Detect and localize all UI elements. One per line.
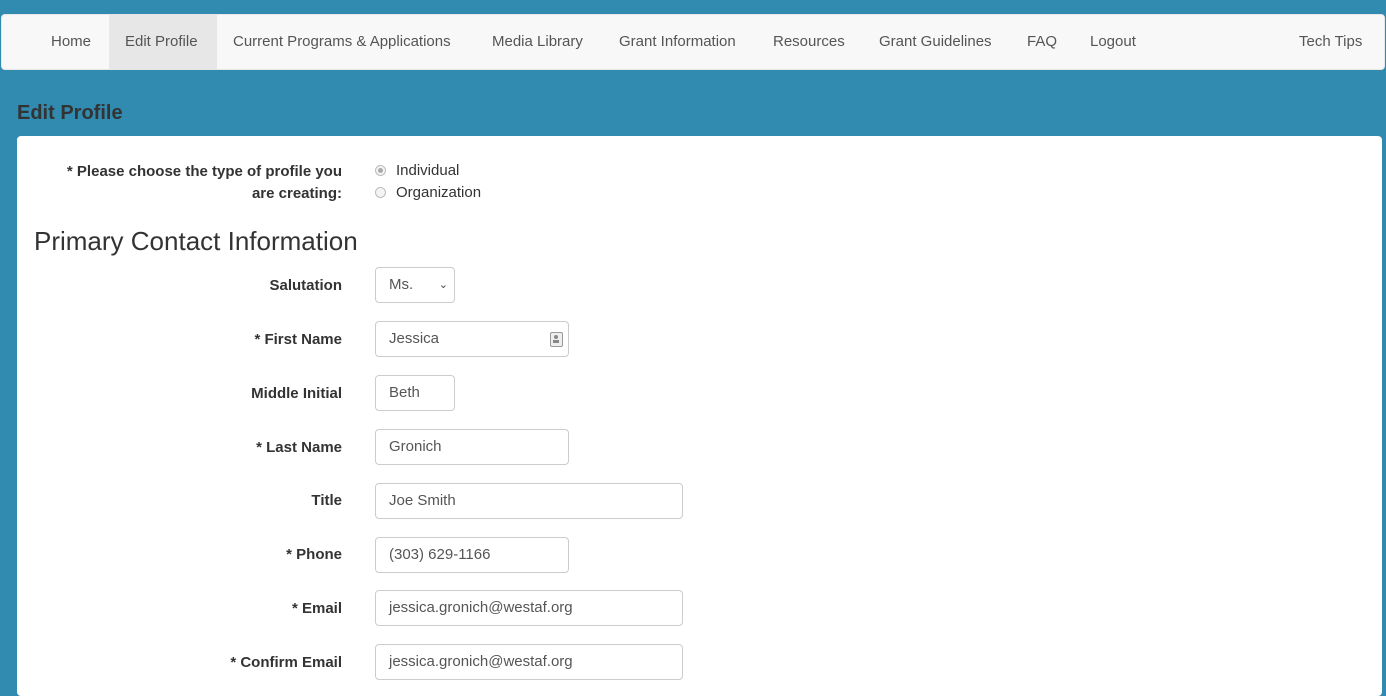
- nav-logout[interactable]: Logout: [1074, 15, 1152, 69]
- email-label: * Email: [291, 600, 342, 617]
- title-label: Title: [311, 492, 342, 509]
- salutation-value: Ms.: [389, 276, 414, 293]
- nav-home[interactable]: Home: [35, 15, 107, 69]
- section-title: Primary Contact Information: [34, 226, 358, 256]
- confirm-email-input[interactable]: jessica.gronich@westaf.org: [375, 644, 683, 680]
- nav-tech-tips[interactable]: Tech Tips: [1283, 15, 1378, 69]
- edit-profile-panel: * Please choose the type of profile you …: [17, 136, 1382, 696]
- radio-individual[interactable]: Individual: [375, 162, 459, 179]
- page-heading: Edit Profile: [17, 102, 123, 124]
- chevron-down-icon: ⌄: [438, 279, 448, 291]
- nav-edit-profile[interactable]: Edit Profile: [109, 15, 217, 69]
- radio-button-checked[interactable]: [375, 165, 386, 176]
- nav-faq[interactable]: FAQ: [1011, 15, 1073, 69]
- radio-individual-label: Individual: [396, 162, 460, 179]
- salutation-label: Salutation: [269, 277, 342, 294]
- first-name-label: * First Name: [254, 331, 342, 348]
- profile-type-label-line2: are creating:: [251, 185, 342, 202]
- top-navbar: Home Edit Profile Current Programs & App…: [1, 14, 1385, 70]
- phone-input[interactable]: (303) 629-1166: [375, 537, 569, 573]
- phone-label: * Phone: [286, 546, 342, 563]
- middle-initial-input[interactable]: Beth: [375, 375, 455, 411]
- email-input[interactable]: jessica.gronich@westaf.org: [375, 590, 683, 626]
- title-input[interactable]: Joe Smith: [375, 483, 683, 519]
- profile-type-label-line1: * Please choose the type of profile you: [66, 163, 342, 180]
- salutation-select[interactable]: Ms. ⌄: [375, 267, 455, 303]
- last-name-input[interactable]: Gronich: [375, 429, 569, 465]
- nav-resources[interactable]: Resources: [757, 15, 861, 69]
- first-name-value: Jessica: [389, 330, 440, 347]
- profile-type-label: * Please choose the type of profile you …: [42, 161, 342, 205]
- middle-initial-label: Middle Initial: [251, 385, 342, 402]
- last-name-label: * Last Name: [256, 439, 342, 456]
- nav-current-programs[interactable]: Current Programs & Applications: [217, 15, 467, 69]
- nav-media-library[interactable]: Media Library: [476, 15, 599, 69]
- radio-organization[interactable]: Organization: [375, 184, 481, 201]
- radio-organization-label: Organization: [396, 184, 482, 201]
- confirm-email-label: * Confirm Email: [230, 654, 342, 671]
- first-name-input[interactable]: Jessica: [375, 321, 569, 357]
- nav-grant-guidelines[interactable]: Grant Guidelines: [863, 15, 1008, 69]
- contact-card-icon[interactable]: [550, 332, 563, 347]
- radio-button[interactable]: [375, 187, 386, 198]
- nav-grant-information[interactable]: Grant Information: [603, 15, 752, 69]
